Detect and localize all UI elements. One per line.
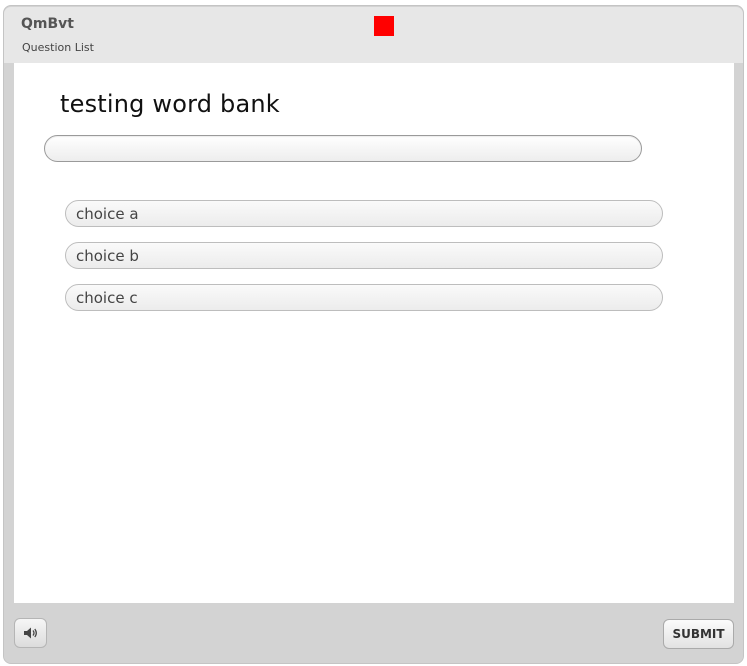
header-bar: QmBvt Question List: [4, 7, 743, 63]
choice-label: choice c: [76, 289, 138, 307]
question-title: testing word bank: [60, 90, 280, 118]
app-title: QmBvt: [21, 16, 74, 32]
answer-drop-field[interactable]: [44, 135, 642, 162]
audio-button[interactable]: [14, 618, 47, 648]
word-bank-choice[interactable]: choice a: [65, 200, 663, 227]
question-panel: testing word bank choice a choice b choi…: [14, 63, 734, 603]
speaker-icon: [24, 627, 37, 639]
word-bank-choice[interactable]: choice c: [65, 284, 663, 311]
word-bank-choice[interactable]: choice b: [65, 242, 663, 269]
choice-label: choice a: [76, 205, 139, 223]
choice-label: choice b: [76, 247, 139, 265]
footer-bar: [4, 603, 743, 663]
question-list-link[interactable]: Question List: [22, 41, 94, 54]
status-indicator: [374, 16, 394, 36]
submit-button[interactable]: SUBMIT: [663, 619, 734, 649]
